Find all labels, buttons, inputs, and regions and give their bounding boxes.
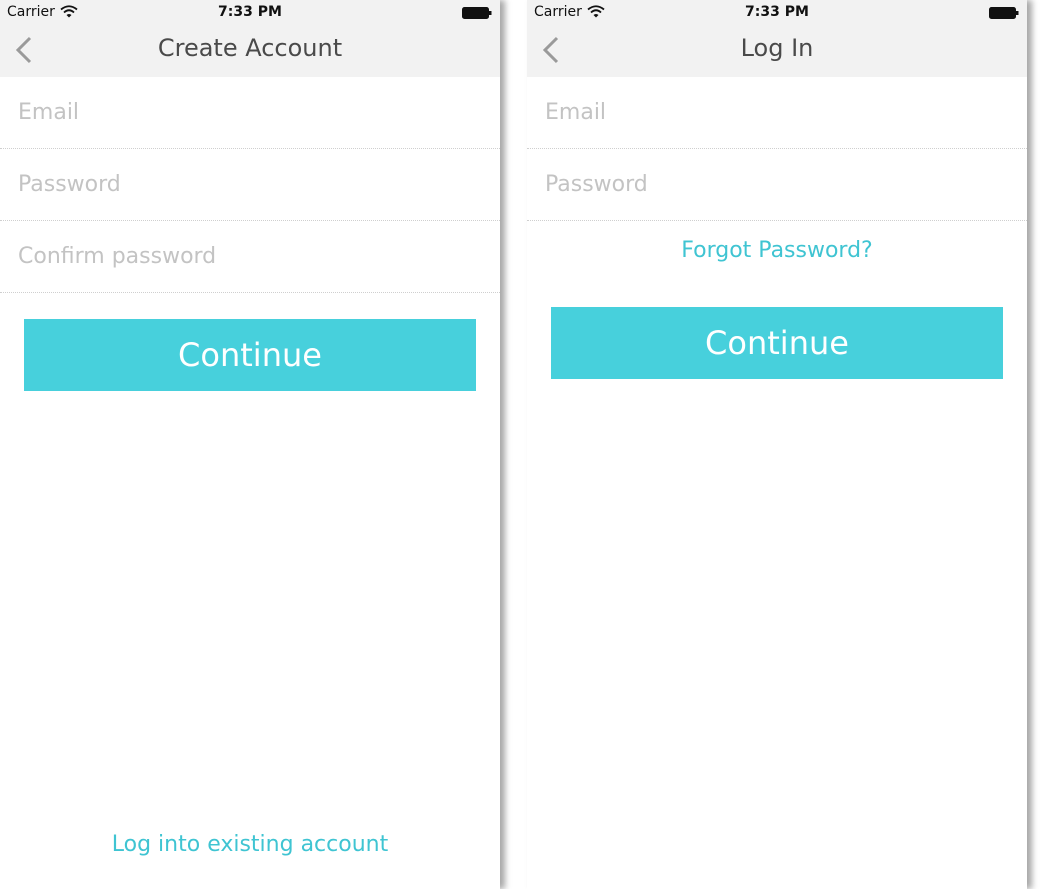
email-field-row xyxy=(0,77,500,149)
password-input[interactable] xyxy=(18,149,478,220)
battery-icon xyxy=(462,7,492,19)
continue-button[interactable]: Continue xyxy=(24,319,476,391)
battery-icon xyxy=(989,7,1019,19)
status-time: 7:33 PM xyxy=(745,4,809,20)
password-field-row xyxy=(527,149,1027,221)
password-input[interactable] xyxy=(545,149,1005,220)
status-bar: Carrier 7:33 PM xyxy=(0,0,500,25)
confirm-password-input[interactable] xyxy=(18,221,478,292)
page-title: Log In xyxy=(740,34,814,62)
status-bar: Carrier 7:33 PM xyxy=(527,0,1027,25)
email-field-row xyxy=(527,77,1027,149)
continue-button[interactable]: Continue xyxy=(551,307,1003,379)
confirm-password-field-row xyxy=(0,221,500,293)
navigation-bar: Carrier 7:33 PM Log In xyxy=(527,0,1027,77)
create-account-screen: Carrier 7:33 PM Create Account Continue … xyxy=(0,0,500,889)
navigation-bar: Carrier 7:33 PM Create Account xyxy=(0,0,500,77)
password-field-row xyxy=(0,149,500,221)
email-input[interactable] xyxy=(18,77,478,148)
forgot-password-link[interactable]: Forgot Password? xyxy=(527,238,1027,263)
log-into-existing-account-link[interactable]: Log into existing account xyxy=(0,832,500,857)
log-in-screen: Carrier 7:33 PM Log In Forgot Password? … xyxy=(527,0,1027,889)
page-title: Create Account xyxy=(157,34,343,62)
status-time: 7:33 PM xyxy=(218,4,282,20)
email-input[interactable] xyxy=(545,77,1005,148)
